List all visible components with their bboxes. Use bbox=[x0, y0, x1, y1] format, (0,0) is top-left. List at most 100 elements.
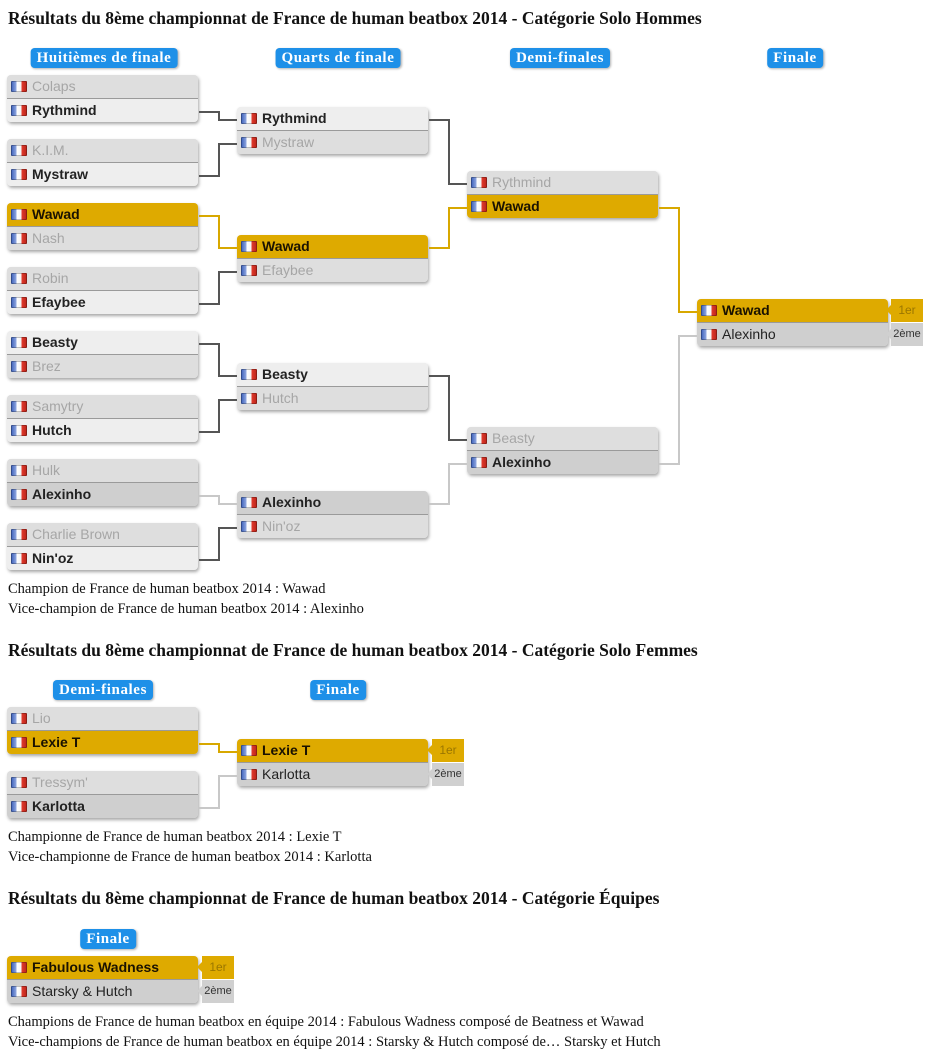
bracket-connector bbox=[199, 399, 220, 433]
france-flag-icon bbox=[471, 457, 487, 468]
france-flag-icon bbox=[11, 962, 27, 973]
bracket-connector bbox=[659, 207, 680, 313]
player-row[interactable]: Starsky & Hutch bbox=[7, 979, 198, 1003]
bracket-connector bbox=[218, 343, 237, 377]
rank-badge-second: 2ème bbox=[886, 323, 923, 346]
player-row[interactable]: Samytry bbox=[7, 395, 198, 418]
player-name: Rythmind bbox=[32, 102, 97, 118]
france-flag-icon bbox=[471, 177, 487, 188]
france-flag-icon bbox=[11, 209, 27, 220]
bracket-connector bbox=[429, 119, 450, 185]
player-row[interactable]: Hutch bbox=[237, 386, 428, 410]
vice-champion-text: Vice-championne de France de human beatb… bbox=[8, 849, 372, 865]
player-row[interactable]: Lio bbox=[7, 707, 198, 730]
france-flag-icon bbox=[11, 713, 27, 724]
player-row[interactable]: Efaybee bbox=[7, 290, 198, 314]
france-flag-icon bbox=[241, 497, 257, 508]
player-row[interactable]: Colaps bbox=[7, 75, 198, 98]
match-box: Beasty Hutch bbox=[237, 363, 428, 410]
match-box: Hulk Alexinho bbox=[7, 459, 198, 506]
player-row[interactable]: Fabulous Wadness bbox=[7, 956, 198, 979]
bracket-connector bbox=[448, 463, 467, 505]
player-row[interactable]: Robin bbox=[7, 267, 198, 290]
france-flag-icon bbox=[241, 137, 257, 148]
player-row[interactable]: Wawad bbox=[467, 194, 658, 218]
player-row[interactable]: Wawad bbox=[697, 299, 888, 322]
player-row[interactable]: Beasty bbox=[467, 427, 658, 450]
player-row[interactable]: Alexinho bbox=[237, 491, 428, 514]
player-name: Tressym' bbox=[32, 774, 88, 790]
player-row[interactable]: Hulk bbox=[7, 459, 198, 482]
player-row[interactable]: Nin'oz bbox=[7, 546, 198, 570]
match-box: Wawad Alexinho bbox=[697, 299, 888, 346]
player-name: Robin bbox=[32, 270, 69, 286]
rank-badge-second: 2ème bbox=[197, 980, 234, 1003]
player-row[interactable]: Rythmind bbox=[467, 171, 658, 194]
player-row[interactable]: Tressym' bbox=[7, 771, 198, 794]
section-title-solo-femmes: Résultats du 8ème championnat de France … bbox=[8, 640, 698, 660]
player-name: Lexie T bbox=[32, 734, 81, 750]
player-row[interactable]: Mystraw bbox=[237, 130, 428, 154]
player-row[interactable]: Nash bbox=[7, 226, 198, 250]
player-name: Nash bbox=[32, 230, 65, 246]
player-row[interactable]: Nin'oz bbox=[237, 514, 428, 538]
player-name: Wawad bbox=[492, 198, 540, 214]
player-name: Alexinho bbox=[492, 454, 552, 470]
player-row[interactable]: Karlotta bbox=[237, 762, 428, 786]
france-flag-icon bbox=[241, 745, 257, 756]
player-name: Alexinho bbox=[262, 494, 322, 510]
player-row[interactable]: Mystraw bbox=[7, 162, 198, 186]
round-header: Quarts de finale bbox=[275, 48, 401, 68]
france-flag-icon bbox=[11, 297, 27, 308]
player-name: Efaybee bbox=[262, 262, 314, 278]
round-header: Huitièmes de finale bbox=[30, 48, 178, 68]
player-row[interactable]: Rythmind bbox=[237, 107, 428, 130]
champion-text: Champions de France de human beatbox en … bbox=[8, 1014, 644, 1030]
match-box: Samytry Hutch bbox=[7, 395, 198, 442]
player-name: Hutch bbox=[262, 390, 299, 406]
france-flag-icon bbox=[11, 529, 27, 540]
player-name: Wawad bbox=[722, 302, 770, 318]
france-flag-icon bbox=[241, 521, 257, 532]
player-row[interactable]: Wawad bbox=[237, 235, 428, 258]
round-header: Finale bbox=[80, 929, 136, 949]
player-name: Beasty bbox=[492, 430, 535, 446]
player-name: Nin'oz bbox=[32, 550, 74, 566]
player-name: Hulk bbox=[32, 462, 61, 478]
player-name: Mystraw bbox=[262, 134, 315, 150]
player-row[interactable]: Lexie T bbox=[237, 739, 428, 762]
player-row[interactable]: Alexinho bbox=[7, 482, 198, 506]
player-name: Brez bbox=[32, 358, 61, 374]
player-row[interactable]: Brez bbox=[7, 354, 198, 378]
match-box: Lio Lexie T bbox=[7, 707, 198, 754]
bracket-connector bbox=[218, 111, 237, 121]
player-row[interactable]: Beasty bbox=[237, 363, 428, 386]
player-row[interactable]: Wawad bbox=[7, 203, 198, 226]
bracket-connector bbox=[218, 527, 237, 561]
match-box: Tressym' Karlotta bbox=[7, 771, 198, 818]
player-row[interactable]: Rythmind bbox=[7, 98, 198, 122]
player-name: Starsky & Hutch bbox=[32, 983, 133, 999]
player-name: Hutch bbox=[32, 422, 72, 438]
france-flag-icon bbox=[241, 369, 257, 380]
player-row[interactable]: Efaybee bbox=[237, 258, 428, 282]
player-name: Alexinho bbox=[722, 326, 776, 342]
rank-badge-first: 1er bbox=[427, 739, 464, 762]
vice-champion-text: Vice-champions de France de human beatbo… bbox=[8, 1034, 661, 1050]
player-row[interactable]: Hutch bbox=[7, 418, 198, 442]
france-flag-icon bbox=[241, 393, 257, 404]
player-row[interactable]: Beasty bbox=[7, 331, 198, 354]
bracket-connector bbox=[199, 495, 220, 505]
player-row[interactable]: K.I.M. bbox=[7, 139, 198, 162]
bracket-connector bbox=[448, 375, 467, 441]
player-name: Lexie T bbox=[262, 742, 311, 758]
match-box: Lexie T Karlotta bbox=[237, 739, 428, 786]
player-name: Nin'oz bbox=[262, 518, 301, 534]
player-row[interactable]: Karlotta bbox=[7, 794, 198, 818]
player-row[interactable]: Alexinho bbox=[697, 322, 888, 346]
player-row[interactable]: Alexinho bbox=[467, 450, 658, 474]
france-flag-icon bbox=[11, 425, 27, 436]
player-row[interactable]: Charlie Brown bbox=[7, 523, 198, 546]
player-name: Wawad bbox=[262, 238, 310, 254]
player-row[interactable]: Lexie T bbox=[7, 730, 198, 754]
